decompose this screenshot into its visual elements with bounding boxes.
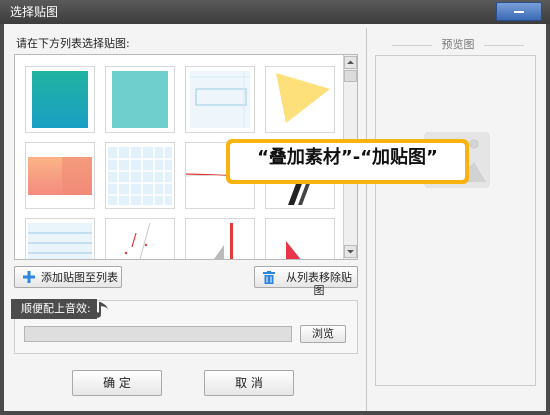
sticker-thumb[interactable] [105, 142, 175, 209]
scroll-down-icon [347, 250, 354, 254]
sticker-preview [286, 241, 301, 259]
sticker-preview [28, 157, 92, 195]
cancel-button[interactable]: 取 消 [204, 370, 294, 396]
sticker-thumb[interactable] [185, 218, 255, 259]
remove-sticker-button[interactable]: 从列表移除贴图 [254, 266, 358, 297]
sticker-preview [190, 71, 250, 128]
scroll-up-icon [347, 60, 354, 64]
sticker-preview [112, 71, 168, 128]
scroll-down-button[interactable] [344, 245, 357, 258]
sticker-thumb[interactable] [265, 218, 335, 259]
preview-area [375, 55, 536, 386]
title-bar [0, 0, 550, 24]
panel-divider [366, 28, 367, 411]
sticker-preview [276, 73, 330, 123]
window-title: 选择贴图 [10, 5, 59, 19]
plus-icon [23, 271, 35, 283]
trash-icon [263, 271, 275, 284]
sticker-preview [32, 71, 88, 128]
sticker-thumb[interactable] [265, 66, 335, 133]
browse-button[interactable]: 浏览 [300, 325, 346, 343]
scroll-up-button[interactable] [344, 56, 357, 69]
sticker-thumb[interactable] [105, 218, 175, 259]
ok-button[interactable]: 确 定 [72, 370, 162, 396]
sound-effect-label: 顺便配上音效: [11, 299, 97, 319]
menu-path-callout: “叠加素材”-“加贴图” [226, 139, 469, 184]
sticker-thumb[interactable] [105, 66, 175, 133]
sticker-thumb[interactable] [25, 142, 95, 209]
scroll-thumb[interactable] [344, 70, 357, 82]
sticker-thumb[interactable] [25, 66, 95, 133]
music-note-icon [94, 302, 108, 318]
sticker-preview [124, 222, 151, 259]
sound-file-path-field[interactable] [24, 326, 292, 342]
add-sticker-label: 添加贴图至列表 [41, 271, 118, 284]
close-icon [514, 11, 524, 13]
sticker-preview [108, 147, 172, 205]
sticker-preview [214, 223, 233, 259]
list-label: 请在下方列表选择贴图: [16, 37, 130, 50]
sticker-thumb[interactable] [185, 66, 255, 133]
preview-label: 预览图 [441, 38, 475, 51]
close-button[interactable] [496, 2, 542, 21]
sticker-thumb[interactable] [25, 218, 95, 259]
callout-text: “叠加素材”-“加贴图” [230, 143, 465, 180]
sticker-preview [28, 223, 92, 259]
add-sticker-button[interactable]: 添加贴图至列表 [14, 266, 122, 288]
remove-sticker-label: 从列表移除贴图 [286, 271, 352, 297]
